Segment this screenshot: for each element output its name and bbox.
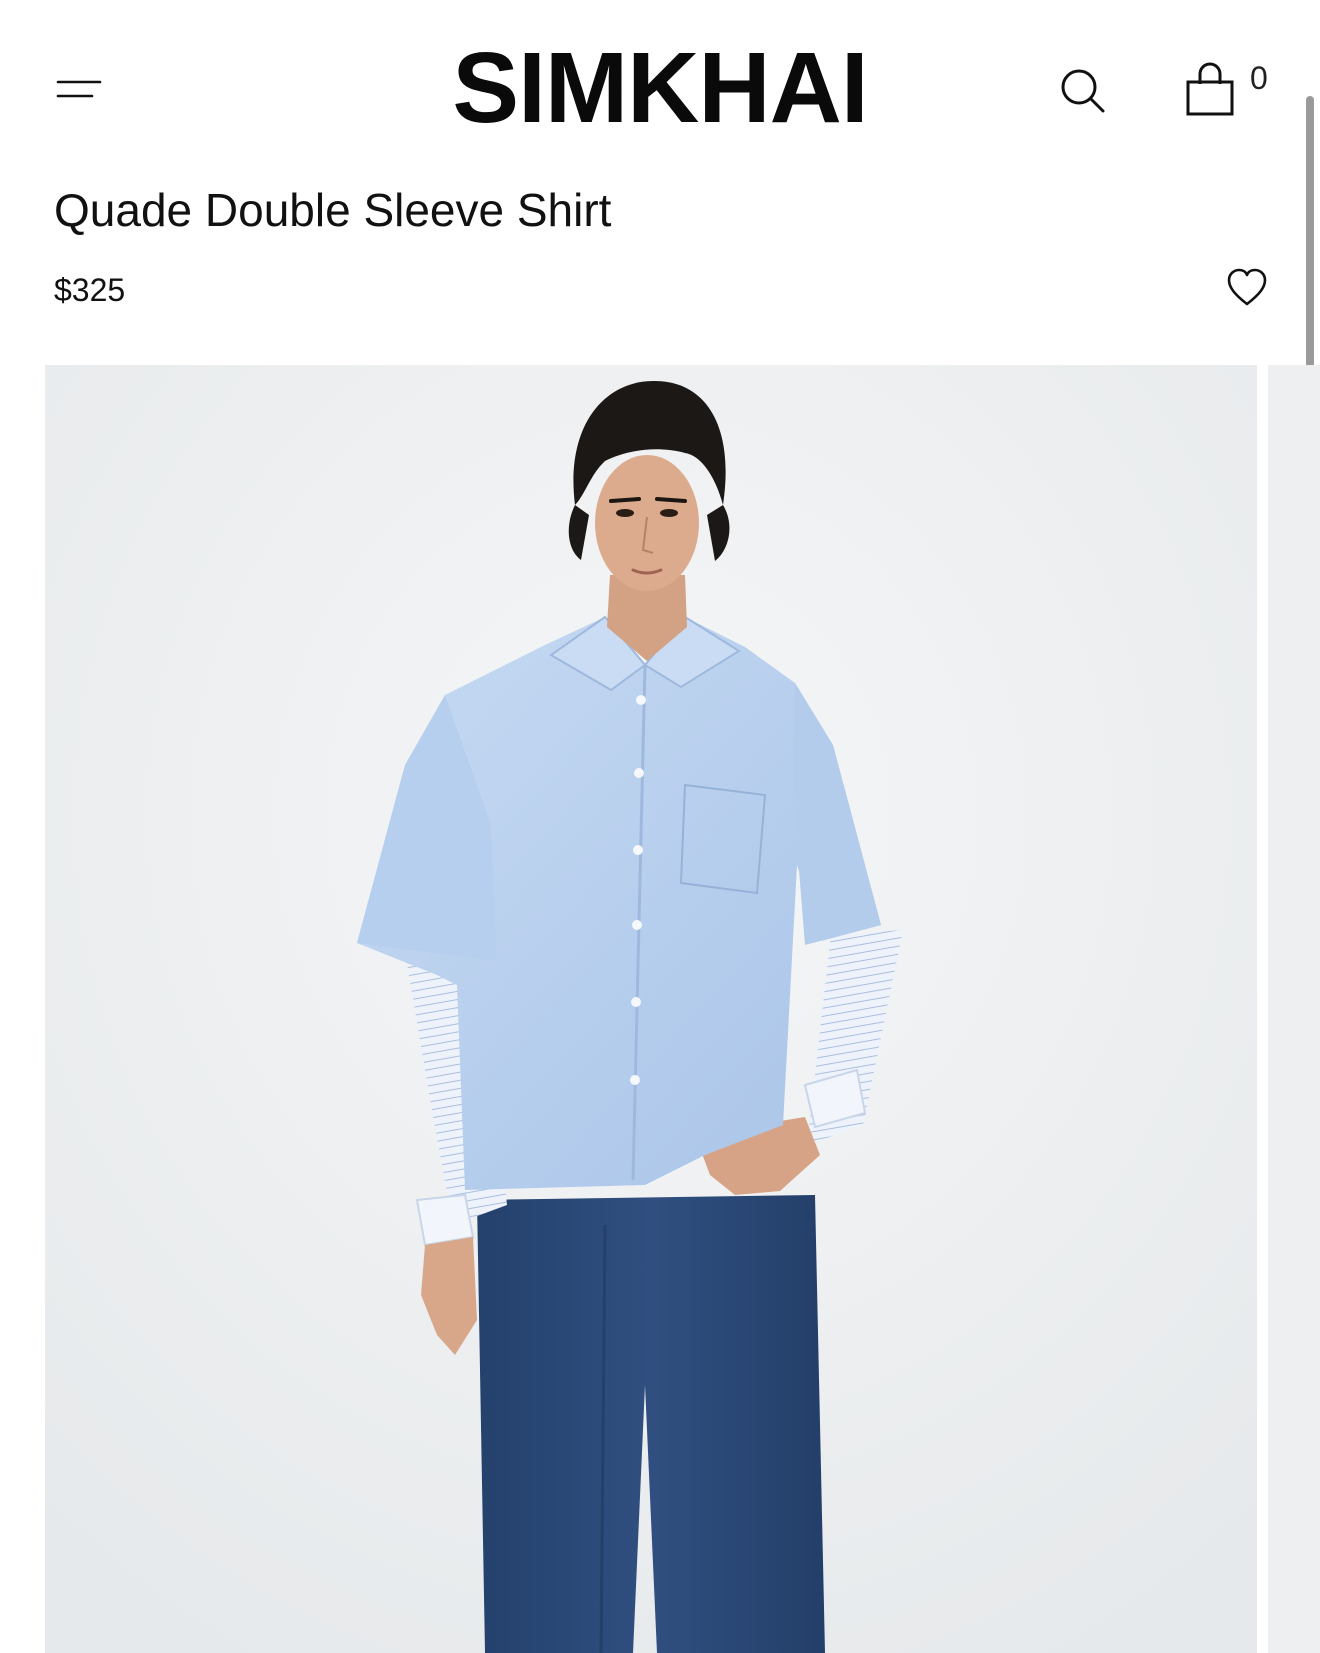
wishlist-button[interactable] <box>1226 268 1268 308</box>
shopping-bag-icon <box>1186 62 1234 116</box>
search-icon <box>1061 69 1105 113</box>
menu-button[interactable] <box>54 72 104 106</box>
product-price: $325 <box>54 272 126 308</box>
product-image-gallery[interactable] <box>45 365 1257 1653</box>
search-button[interactable] <box>1058 66 1108 116</box>
brand-logo[interactable]: SIMKHAI <box>420 38 900 138</box>
product-photo <box>45 365 1257 1653</box>
heart-outline-icon <box>1227 268 1267 306</box>
product-title: Quade Double Sleeve Shirt <box>54 184 612 236</box>
next-image-peek[interactable] <box>1268 365 1320 1653</box>
product-page: SIMKHAI 0 Quade Double Sleeve Shirt $325 <box>0 0 1320 1653</box>
cart-button[interactable] <box>1184 60 1246 118</box>
hamburger-menu-icon <box>56 80 102 98</box>
cart-count-badge[interactable]: 0 <box>1250 60 1268 96</box>
